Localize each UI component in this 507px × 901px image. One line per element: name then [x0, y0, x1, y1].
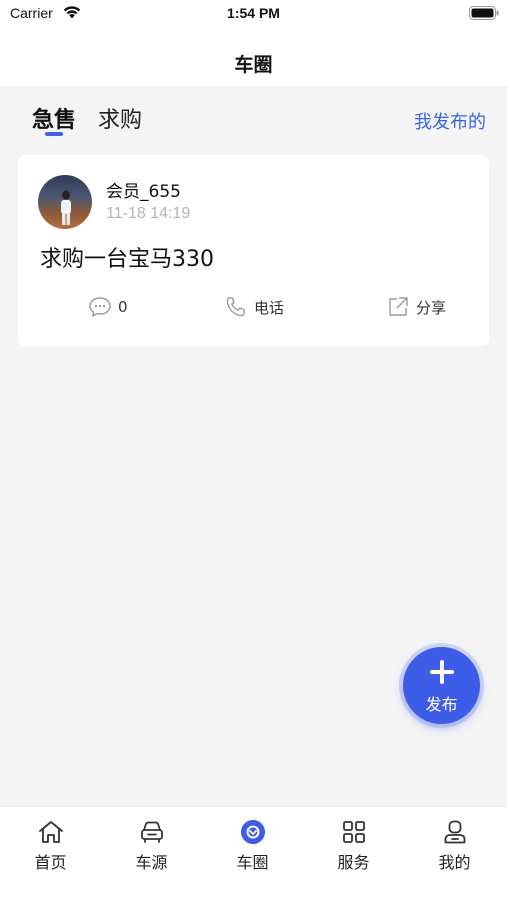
tab-want-to-buy[interactable]: 求购 — [98, 102, 142, 134]
tab-car-circle-label: 车圈 — [236, 853, 269, 872]
tab-home-label: 首页 — [34, 853, 67, 872]
plus-icon — [430, 660, 454, 684]
tab-mine-label: 我的 — [438, 853, 471, 872]
tab-urgent-sale[interactable]: 急售 — [32, 102, 76, 134]
phone-icon — [226, 297, 245, 317]
tab-services[interactable]: 服务 — [303, 807, 404, 901]
clock: 1:54 PM — [227, 5, 280, 21]
active-tab-indicator — [45, 132, 63, 136]
avatar-photo — [61, 190, 71, 225]
comment-icon — [89, 297, 111, 317]
share-icon — [389, 297, 408, 316]
tab-car-source-label: 车源 — [135, 853, 168, 872]
car-icon — [141, 821, 163, 843]
user-icon — [444, 820, 466, 844]
post-card[interactable]: 会员_655 11-18 14:19 求购一台宝马330 0 电话 分享 — [18, 155, 489, 346]
post-content: 求购一台宝马330 — [40, 247, 214, 272]
home-icon — [39, 821, 63, 843]
tab-services-label: 服务 — [337, 853, 370, 872]
phone-label: 电话 — [254, 298, 285, 317]
phone-button[interactable]: 电话 — [224, 295, 284, 319]
tab-home[interactable]: 首页 — [0, 807, 101, 901]
comment-button[interactable]: 0 — [88, 295, 128, 319]
comment-count: 0 — [118, 298, 128, 316]
battery-icon — [469, 6, 499, 20]
tab-mine[interactable]: 我的 — [404, 807, 505, 901]
my-posts-link[interactable]: 我发布的 — [414, 108, 486, 134]
status-bar: Carrier 1:54 PM — [0, 0, 507, 30]
tab-car-circle[interactable]: 车圈 — [202, 807, 303, 901]
page-title: 车圈 — [234, 54, 273, 76]
post-author: 会员_655 — [106, 182, 181, 202]
car-circle-icon — [241, 820, 265, 844]
post-timestamp: 11-18 14:19 — [106, 205, 191, 222]
share-button[interactable]: 分享 — [386, 295, 446, 319]
publish-label: 发布 — [425, 695, 458, 714]
share-label: 分享 — [416, 298, 447, 317]
bottom-tab-bar: 首页 车源 车圈 服务 我的 — [0, 806, 507, 901]
avatar[interactable] — [38, 175, 92, 229]
post-type-tabs: 急售 求购 我发布的 — [0, 86, 507, 150]
grid-icon — [343, 821, 365, 843]
publish-button[interactable]: 发布 — [403, 647, 480, 724]
navigation-bar: 车圈 — [0, 30, 507, 86]
tab-car-source[interactable]: 车源 — [101, 807, 202, 901]
